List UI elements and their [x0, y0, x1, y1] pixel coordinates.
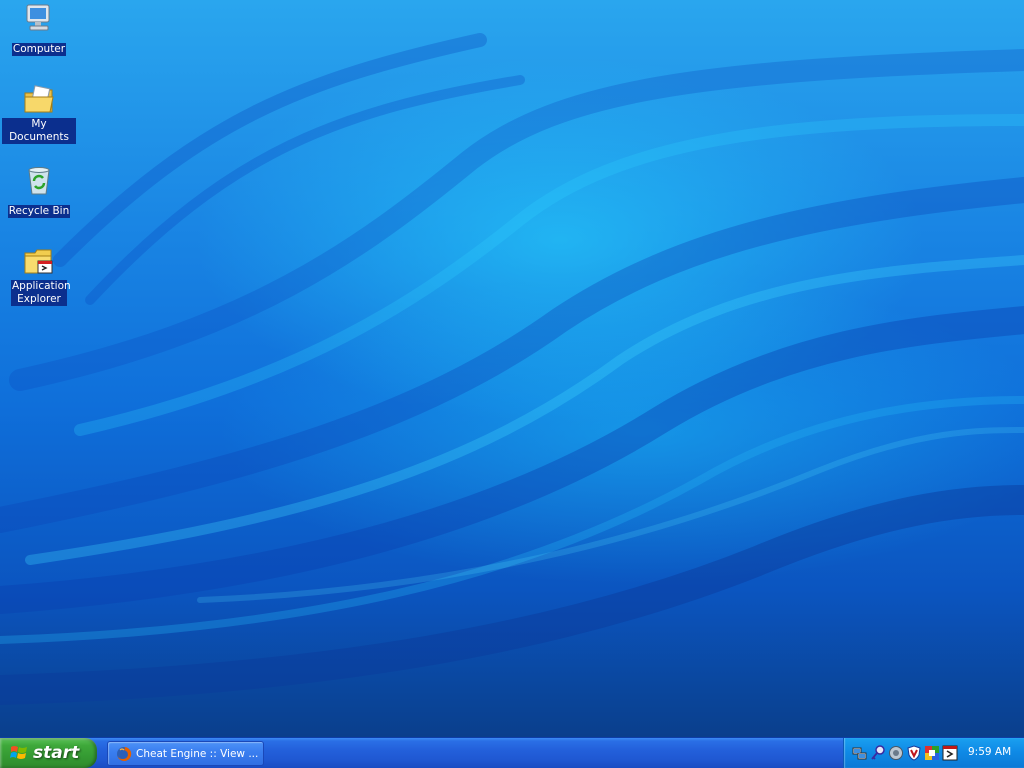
desktop-icon-label: Computer [11, 43, 67, 56]
volume-icon[interactable] [888, 745, 904, 761]
start-label: start [33, 743, 80, 763]
network-connection-icon[interactable] [852, 745, 868, 761]
start-button[interactable]: start [0, 738, 97, 768]
desktop-icon-computer[interactable]: Computer [2, 2, 76, 56]
colorful-app-icon[interactable] [924, 745, 940, 761]
desktop-icon-label: My Documents [2, 118, 76, 144]
desktop-icon-label: Application Explorer [11, 280, 71, 306]
desktop-icon-application-explorer[interactable]: Application Explorer [2, 245, 76, 306]
taskbar-item-cheat-engine[interactable]: Cheat Engine :: View ... [107, 741, 264, 766]
taskbar-item-label: Cheat Engine :: View ... [136, 747, 259, 760]
desktop-icon-my-documents[interactable]: My Documents [2, 83, 76, 144]
desktop-icon-label: Recycle Bin [7, 205, 71, 218]
my-documents-icon [24, 85, 54, 113]
system-tray: 9:59 AM [843, 738, 1024, 768]
key-icon[interactable] [870, 745, 886, 761]
windows-logo-icon [10, 746, 27, 759]
antivirus-shield-icon[interactable] [906, 745, 922, 761]
application-explorer-icon [24, 249, 53, 274]
taskbar: start Cheat Engine :: View ... 9:59 AM [0, 737, 1024, 768]
recycle-bin-icon [28, 167, 50, 195]
desktop[interactable]: Computer My Documents Recycle Bin Applic… [0, 0, 1024, 737]
wallpaper [0, 33, 1024, 705]
clock[interactable]: 9:59 AM [968, 746, 1011, 758]
computer-icon [26, 4, 50, 31]
firefox-icon [117, 746, 132, 761]
arrow-app-icon[interactable] [942, 745, 958, 761]
desktop-icon-recycle-bin[interactable]: Recycle Bin [2, 164, 76, 218]
